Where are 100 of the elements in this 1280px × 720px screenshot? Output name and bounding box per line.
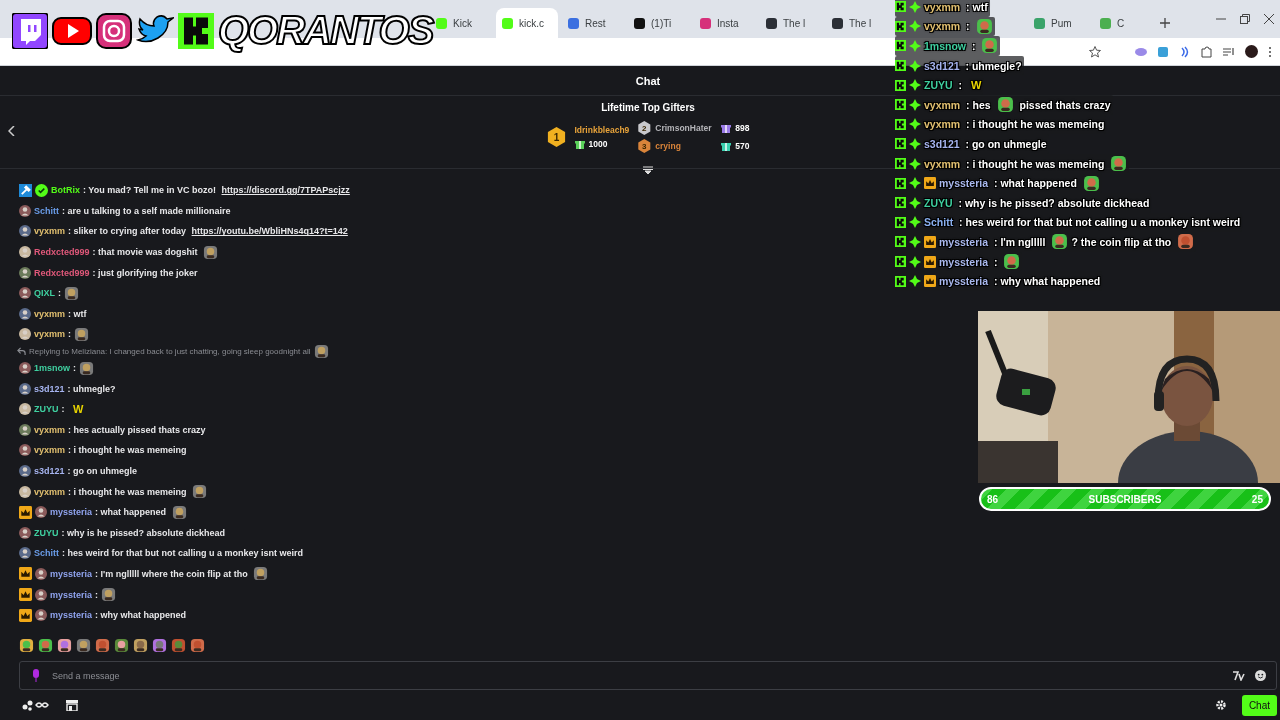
username[interactable]: vyxmm (34, 308, 66, 319)
emote-icon (975, 17, 993, 35)
gifter-name[interactable]: Idrinkbleach9 (574, 125, 630, 135)
tab-title: (1)Ti (651, 17, 672, 29)
emote-button[interactable] (95, 638, 111, 654)
browser-tab[interactable]: kick.c (496, 8, 558, 38)
gift-count: 898 (735, 123, 750, 133)
star-icon[interactable] (1089, 45, 1101, 58)
gifter-name[interactable]: CrimsonHater (655, 123, 718, 133)
chat-button[interactable]: Chat (1241, 694, 1277, 716)
message-text: : hes weird for that but not calling u a monkey isnt weird (958, 216, 1241, 229)
emote-button[interactable] (171, 638, 187, 654)
message-field[interactable]: Send a message (19, 661, 1277, 690)
avatar-icon (19, 287, 31, 300)
message-text: : are u talking to a self made millionaire (62, 205, 231, 216)
restore-icon[interactable] (1240, 14, 1250, 24)
browser-tab[interactable]: C (1094, 8, 1156, 38)
store-icon[interactable] (66, 699, 78, 711)
username[interactable]: QIXL (34, 288, 55, 299)
username[interactable]: Schitt (34, 205, 59, 216)
settings-icon[interactable] (1215, 700, 1226, 710)
username[interactable]: s3d121 (34, 466, 65, 476)
emote-button[interactable] (38, 638, 54, 654)
tab-title: The l (849, 17, 872, 29)
diamond-icon (909, 20, 921, 33)
emote-button[interactable] (19, 638, 35, 654)
emote-button[interactable] (133, 638, 149, 654)
browser-tab[interactable]: Insta (694, 8, 756, 38)
username[interactable]: ZUYU (34, 404, 59, 415)
username: vyxmm (924, 20, 961, 33)
message-input[interactable]: Send a message (50, 669, 1223, 682)
username[interactable]: vyxmm (34, 226, 66, 237)
emote-icon (57, 638, 72, 653)
new-tab-icon[interactable] (1160, 18, 1170, 28)
emote-button[interactable] (114, 638, 130, 654)
username[interactable]: vyxmm (34, 445, 66, 456)
kick-logo-icon (895, 197, 906, 209)
emote-button[interactable] (152, 638, 168, 654)
message-text: ? (1071, 235, 1078, 248)
extension-icon[interactable] (1233, 670, 1245, 681)
browser-tab[interactable]: The l (760, 8, 822, 38)
menu-icon[interactable] (1268, 45, 1272, 58)
emote-icon (19, 638, 34, 653)
emote-icon (1177, 233, 1195, 251)
browser-tab[interactable]: Pum (1028, 8, 1090, 38)
diamond-icon (909, 196, 921, 209)
hammer-badge-icon (19, 183, 32, 197)
chat-title: Chat (635, 74, 661, 87)
gift-count: 1000 (588, 139, 608, 149)
browser-tab[interactable]: (1)Ti (628, 8, 690, 38)
username[interactable]: Redxcted999 (34, 267, 90, 278)
diamond-icon (909, 216, 921, 229)
username[interactable]: myssteria (50, 507, 93, 518)
avatar-icon (19, 246, 31, 259)
username[interactable]: Redxcted999 (34, 247, 90, 258)
microphone-icon[interactable] (32, 669, 40, 682)
diamond-icon (909, 40, 921, 52)
username[interactable]: vyxmm (34, 486, 66, 497)
browser-tab[interactable]: The l (826, 8, 888, 38)
avatar-icon (19, 423, 31, 436)
username[interactable]: ZUYU (34, 527, 59, 538)
message-text: : (95, 589, 99, 600)
username[interactable]: vyxmm (34, 329, 66, 340)
collapse-icon[interactable] (643, 166, 653, 174)
puzzle-icon[interactable] (1201, 45, 1213, 58)
goal-count: 25 (1251, 493, 1263, 505)
points-button[interactable] (22, 699, 50, 711)
username: ZUYU (924, 79, 953, 92)
emote-button[interactable] (76, 638, 92, 654)
gift-icon (721, 141, 732, 151)
verified-badge-icon (35, 183, 48, 197)
username: vyxmm (924, 118, 961, 131)
kick-logo-icon (895, 20, 906, 32)
smiley-icon[interactable] (1255, 670, 1266, 681)
media-icon[interactable] (1223, 45, 1235, 58)
avatar-icon (19, 485, 31, 498)
message-link[interactable]: https://youtu.be/WbliHNs4q14?t=142 (191, 226, 348, 237)
username[interactable]: myssteria (50, 589, 93, 600)
emote-button[interactable] (190, 638, 206, 654)
message-link[interactable]: https://discord.gg/7TPAPscjzz (221, 185, 350, 196)
close-icon[interactable] (1264, 14, 1274, 24)
username[interactable]: myssteria (50, 610, 93, 621)
chevron-left-icon[interactable] (8, 126, 16, 136)
emote-icon (171, 504, 187, 520)
browser-tab[interactable]: Rest (562, 8, 624, 38)
username[interactable]: vyxmm (34, 424, 66, 435)
avatar-icon[interactable] (1245, 45, 1258, 58)
gifter-name[interactable]: crying (655, 141, 718, 151)
emote-button[interactable] (57, 638, 73, 654)
username[interactable]: myssteria (50, 569, 93, 579)
username[interactable]: 1msnow (34, 363, 70, 374)
message-text: : wtf (965, 0, 988, 13)
avatar-icon (19, 465, 31, 477)
message-text: : (61, 404, 66, 415)
username[interactable]: Schitt (34, 548, 59, 559)
username[interactable]: BotRix (51, 185, 80, 196)
username[interactable]: s3d121 (34, 383, 65, 394)
username: myssteria (939, 275, 989, 288)
username: Schitt (924, 216, 954, 229)
avatar-icon (19, 204, 31, 217)
